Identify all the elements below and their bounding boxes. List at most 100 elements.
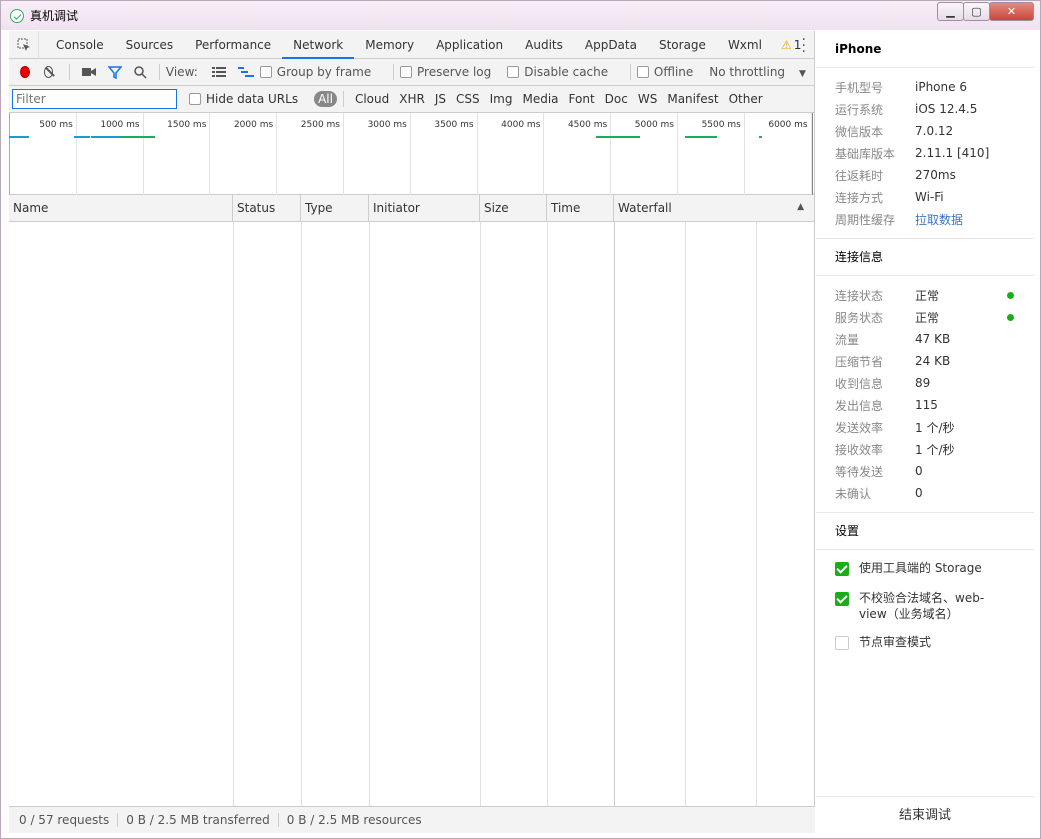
tab-wxml[interactable]: Wxml [717, 31, 773, 59]
checkbox[interactable] [835, 636, 849, 650]
filter-type-font[interactable]: Font [564, 92, 600, 106]
tab-performance[interactable]: Performance [184, 31, 282, 59]
checkbox-checked-icon[interactable] [835, 592, 849, 606]
filter-type-xhr[interactable]: XHR [394, 92, 430, 106]
requests-table-body[interactable] [9, 222, 814, 809]
disable-cache-label: Disable cache [524, 65, 609, 79]
info-key: 服务状态 [835, 310, 884, 325]
divider [630, 64, 631, 80]
tab-storage[interactable]: Storage [648, 31, 717, 59]
setting-row[interactable]: 使用工具端的 Storage [816, 560, 1034, 576]
maximize-button[interactable]: ▢ [963, 2, 990, 21]
timeline-gridline [409, 113, 411, 195]
info-value: 2.11.1 [410] [915, 146, 990, 160]
network-overview-timeline[interactable]: 500 ms 1000 ms 1500 ms 2000 ms 2500 ms 3000 m… [9, 113, 814, 195]
column-header-type[interactable]: Type [301, 195, 369, 222]
end-debug-button[interactable]: 结束调试 [816, 796, 1034, 833]
transferred-size: 0 B / 2.5 MB transferred [126, 813, 270, 827]
info-row: 往返耗时 270ms [816, 164, 1034, 186]
info-row: 收到信息 89 [816, 372, 1034, 394]
search-icon[interactable] [134, 65, 147, 79]
timeline-gridline [743, 113, 745, 195]
filter-type-other[interactable]: Other [724, 92, 768, 106]
offline-toggle[interactable]: Offline [636, 65, 701, 79]
filter-icon[interactable] [108, 65, 123, 79]
column-header-initiator[interactable]: Initiator [369, 195, 480, 222]
info-value: 1 个/秒 [915, 442, 955, 457]
filter-type-css[interactable]: CSS [451, 92, 485, 106]
checkbox[interactable] [636, 66, 649, 78]
timeline-tick-label: 2000 ms [233, 120, 274, 130]
throttling-select[interactable]: No throttling ▼ [709, 65, 806, 79]
tab-network[interactable]: Network [282, 31, 355, 59]
tab-memory[interactable]: Memory [354, 31, 425, 59]
record-button[interactable] [20, 66, 30, 78]
info-key: 连接状态 [835, 288, 884, 303]
tab-audits[interactable]: Audits [514, 31, 574, 59]
app-window: 真机调试 ▁ ▢ ✕ Console Sources Performance Netw… [0, 0, 1041, 839]
timeline-tick-label: 3000 ms [367, 120, 407, 130]
info-row: 连接方式 Wi-Fi [816, 186, 1034, 208]
disable-cache-toggle[interactable]: Disable cache [507, 65, 616, 79]
tab-appdata[interactable]: AppData [574, 31, 648, 59]
filter-bar: Hide data URLs All CloudXHRJSCSSImgMediaF… [9, 86, 814, 113]
column-header-time[interactable]: Time [547, 195, 614, 222]
column-header-status[interactable]: Status [233, 195, 301, 222]
checkbox[interactable] [400, 66, 413, 78]
screenshot-camera-icon[interactable] [82, 65, 97, 79]
filter-type-ws[interactable]: WS [633, 92, 662, 106]
timeline-start-line [9, 113, 10, 195]
clear-button[interactable] [43, 66, 54, 78]
timeline-request-bar [685, 136, 717, 138]
column-divider [369, 222, 370, 809]
setting-row[interactable]: 节点审查模式 [816, 634, 1034, 650]
connection-info-title: 连接信息 [816, 239, 1034, 276]
info-row: 流量 47 KB [816, 328, 1034, 350]
checkbox[interactable] [259, 66, 272, 78]
filter-type-js[interactable]: JS [430, 92, 451, 106]
info-value: 47 KB [915, 332, 951, 346]
tab-sources[interactable]: Sources [115, 31, 184, 59]
window-title: 真机调试 [30, 9, 79, 23]
info-row: 基础库版本 2.11.1 [410] [816, 142, 1034, 164]
tab-application[interactable]: Application [425, 31, 514, 59]
fetch-data-link[interactable]: 拉取数据 [915, 211, 963, 228]
setting-row[interactable]: 不校验合法域名、web-view（业务域名） [816, 590, 1034, 622]
timeline-end-line [812, 113, 813, 195]
requests-count: 0 / 57 requests [19, 813, 110, 827]
minimize-button[interactable]: ▁ [937, 2, 964, 21]
filter-type-cloud[interactable]: Cloud [350, 92, 394, 106]
settings-title: 设置 [816, 513, 1034, 550]
element-picker-icon[interactable] [9, 30, 39, 59]
waterfall-overview-icon[interactable] [237, 65, 254, 79]
filter-type-all[interactable]: All [314, 91, 337, 107]
column-header-size[interactable]: Size [480, 195, 547, 222]
info-value: 0 [915, 486, 923, 500]
preserve-log-toggle[interactable]: Preserve log [400, 65, 499, 79]
close-button[interactable]: ✕ [989, 2, 1034, 21]
timeline-gridline [610, 113, 612, 195]
group-by-frame-toggle[interactable]: Group by frame [259, 65, 379, 79]
more-options-icon[interactable]: · · · [802, 33, 806, 59]
tab-list: Console Sources Performance Network Memory Ap… [45, 31, 773, 59]
hide-data-urls-toggle[interactable]: Hide data URLs [189, 92, 306, 106]
timeline-tick-label: 5500 ms [701, 120, 741, 130]
info-value: 270ms [915, 168, 956, 182]
tab-console[interactable]: Console [45, 31, 115, 59]
info-key: 发送效率 [835, 420, 884, 435]
filter-type-doc[interactable]: Doc [600, 92, 633, 106]
checkbox[interactable] [507, 66, 520, 78]
large-rows-icon[interactable] [211, 65, 226, 79]
filter-input[interactable] [12, 89, 177, 109]
checkbox[interactable] [189, 93, 201, 105]
info-row: 未确认 0 [816, 482, 1034, 504]
filter-type-img[interactable]: Img [485, 92, 518, 106]
info-key: 手机型号 [835, 80, 884, 95]
column-header-name[interactable]: Name [9, 195, 233, 222]
info-key: 收到信息 [835, 376, 884, 391]
filter-type-media[interactable]: Media [517, 92, 563, 106]
column-header-waterfall[interactable]: Waterfall [614, 195, 815, 222]
timeline-gridline [677, 113, 678, 195]
filter-type-manifest[interactable]: Manifest [662, 92, 723, 106]
checkbox-checked-icon[interactable] [835, 562, 849, 576]
